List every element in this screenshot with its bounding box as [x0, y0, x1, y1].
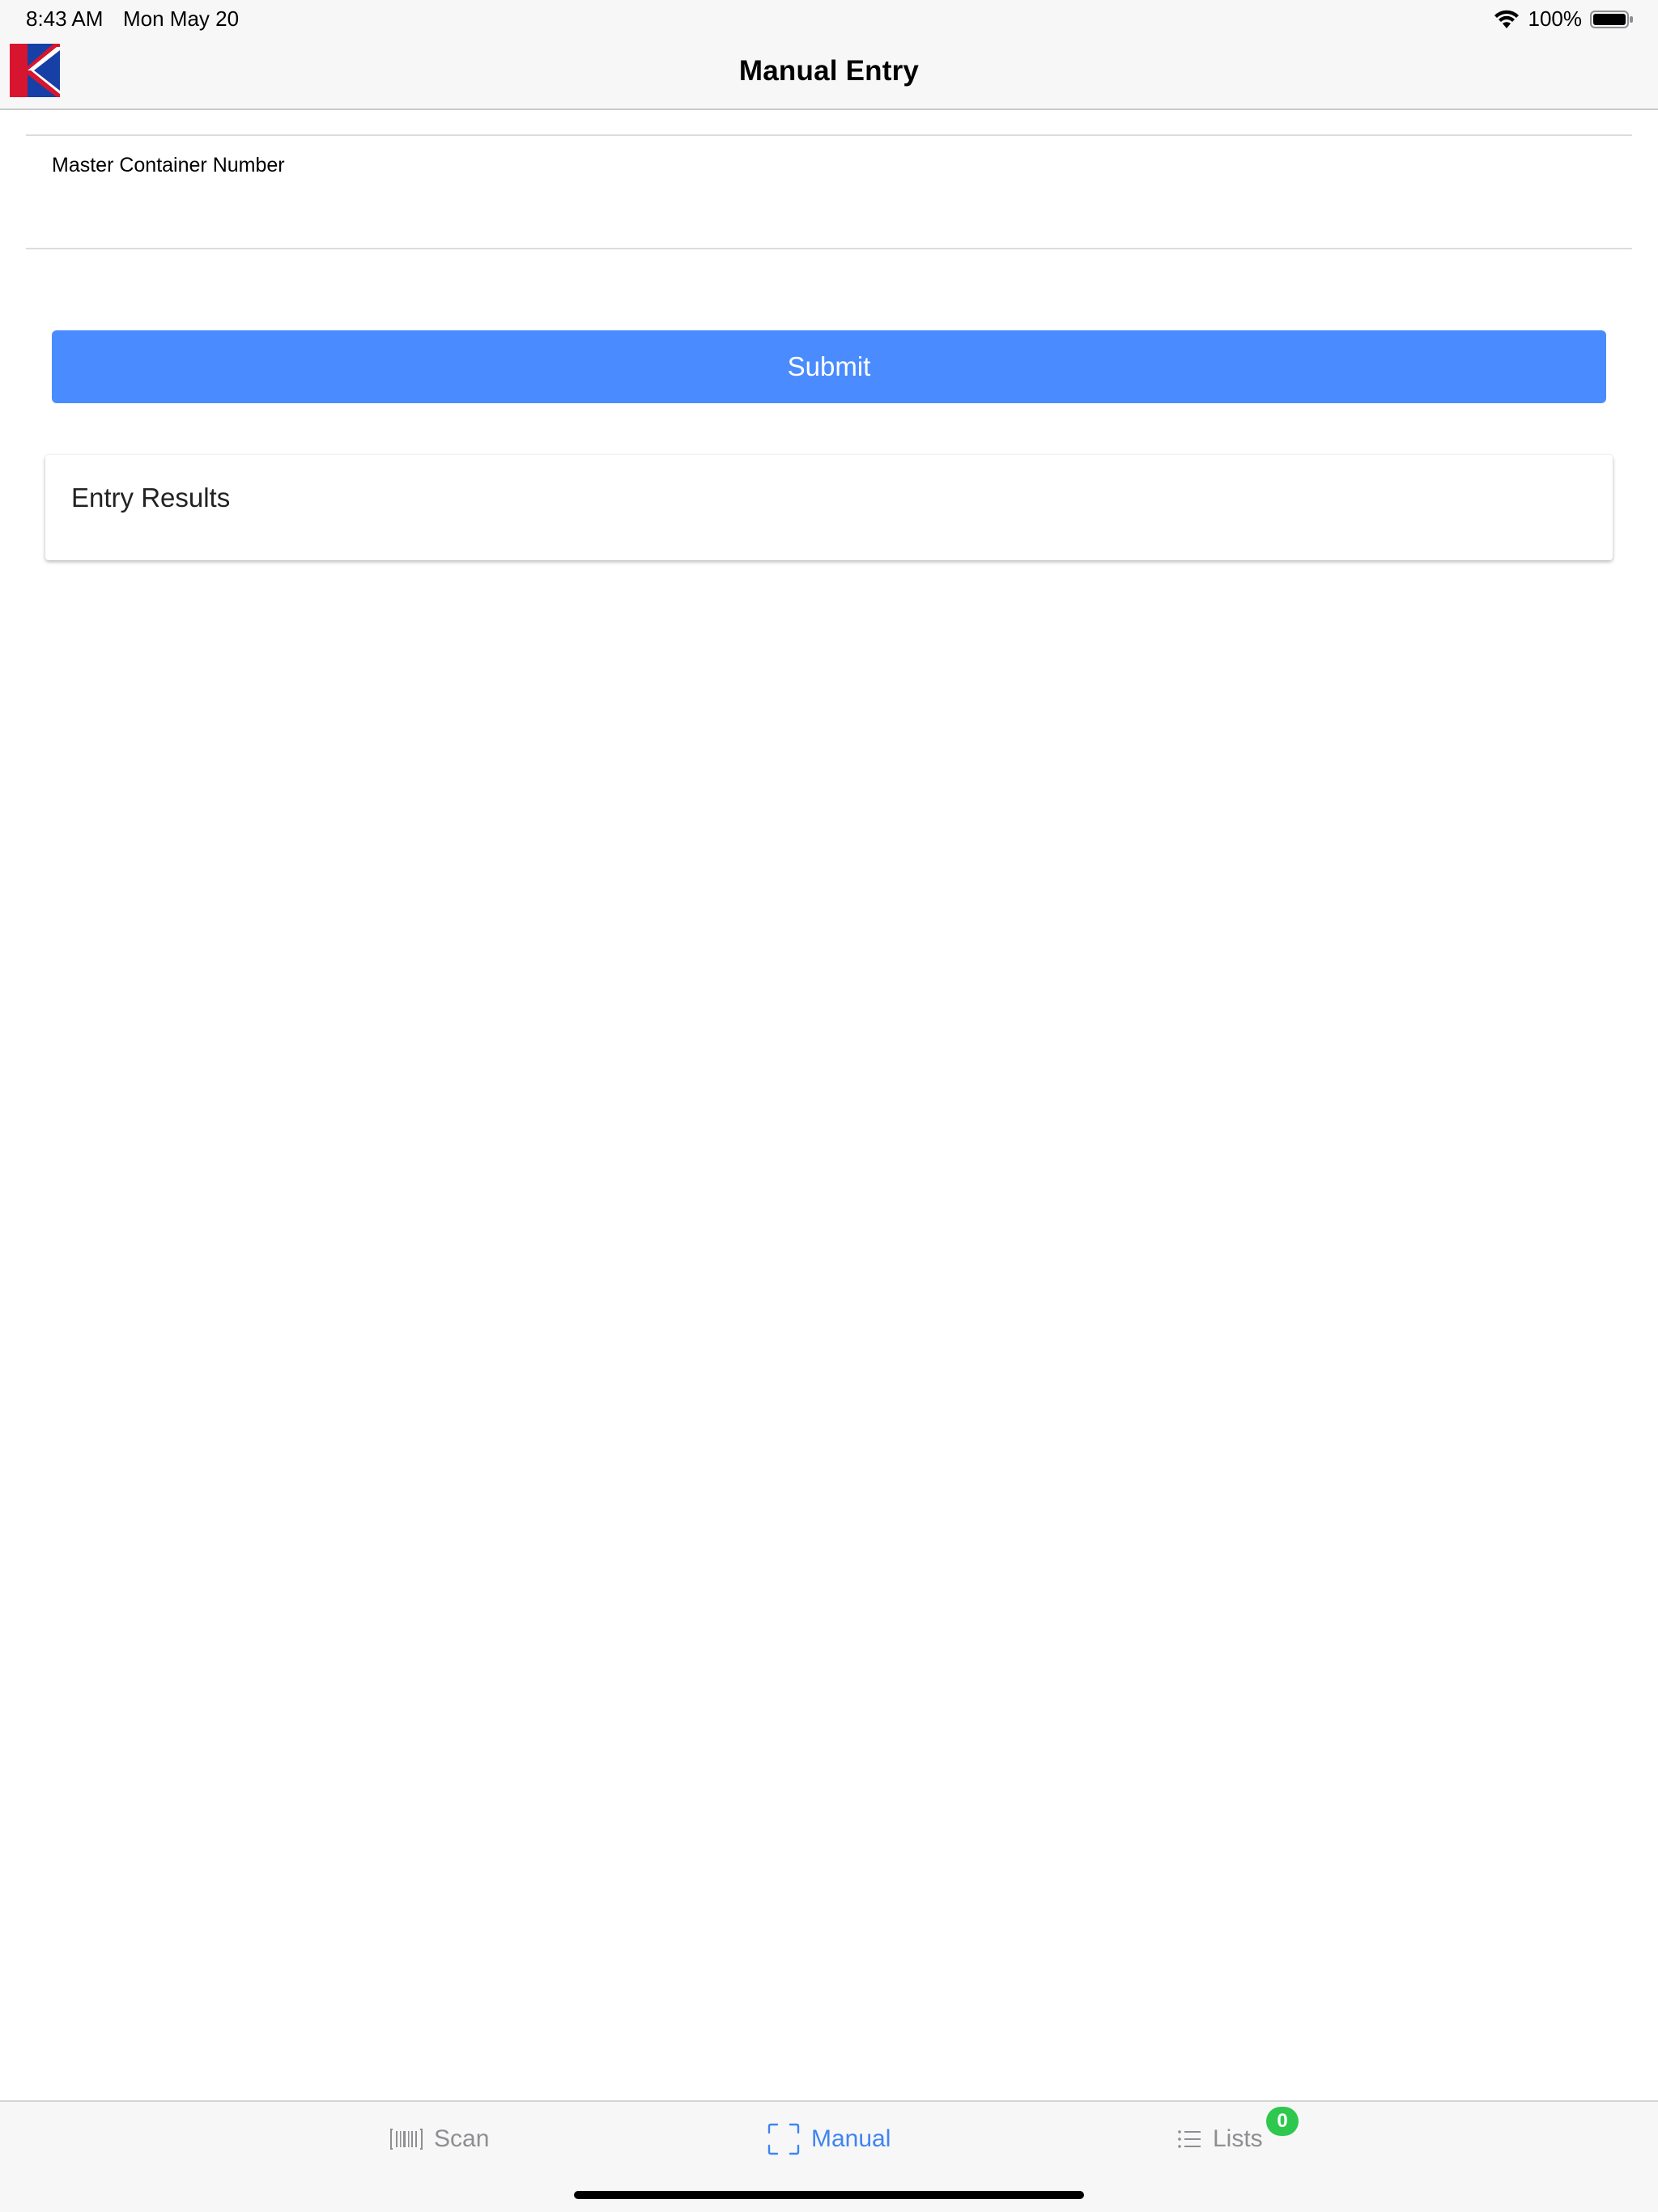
entry-results-card: Entry Results	[45, 455, 1613, 560]
page-title: Manual Entry	[738, 55, 920, 87]
status-date: Mon May 20	[123, 6, 240, 31]
status-right: 100%	[1493, 6, 1635, 32]
lists-count-badge: 0	[1266, 2107, 1299, 2136]
barcode-icon	[390, 2129, 423, 2150]
tab-lists[interactable]: Lists	[1177, 2118, 1263, 2160]
entry-results-title: Entry Results	[71, 483, 231, 513]
submit-button[interactable]: Submit	[52, 330, 1606, 403]
status-bar: 8:43 AM Mon May 20 100%	[0, 0, 1658, 39]
tab-lists-label: Lists	[1213, 2125, 1263, 2152]
tab-manual-label: Manual	[811, 2125, 891, 2152]
battery-percent: 100%	[1528, 6, 1583, 31]
tab-scan-label: Scan	[434, 2125, 490, 2152]
master-container-field-block: Master Container Number	[26, 134, 1632, 249]
nav-bar: Manual Entry	[0, 39, 1658, 108]
top-bar: 8:43 AM Mon May 20 100% Manual Entry	[0, 0, 1658, 110]
scan-frame-icon	[767, 2123, 800, 2155]
master-container-input[interactable]	[52, 189, 1609, 236]
list-icon	[1178, 2130, 1201, 2148]
status-time: 8:43 AM	[26, 6, 104, 31]
battery-icon	[1590, 10, 1633, 28]
app-screen: 8:43 AM Mon May 20 100% Manual Entry Mas…	[0, 0, 1658, 2212]
master-container-label: Master Container Number	[52, 154, 285, 177]
tab-manual[interactable]: Manual	[767, 2118, 891, 2160]
wifi-icon	[1494, 10, 1519, 28]
home-indicator[interactable]	[574, 2191, 1084, 2199]
tab-scan[interactable]: Scan	[390, 2118, 489, 2160]
